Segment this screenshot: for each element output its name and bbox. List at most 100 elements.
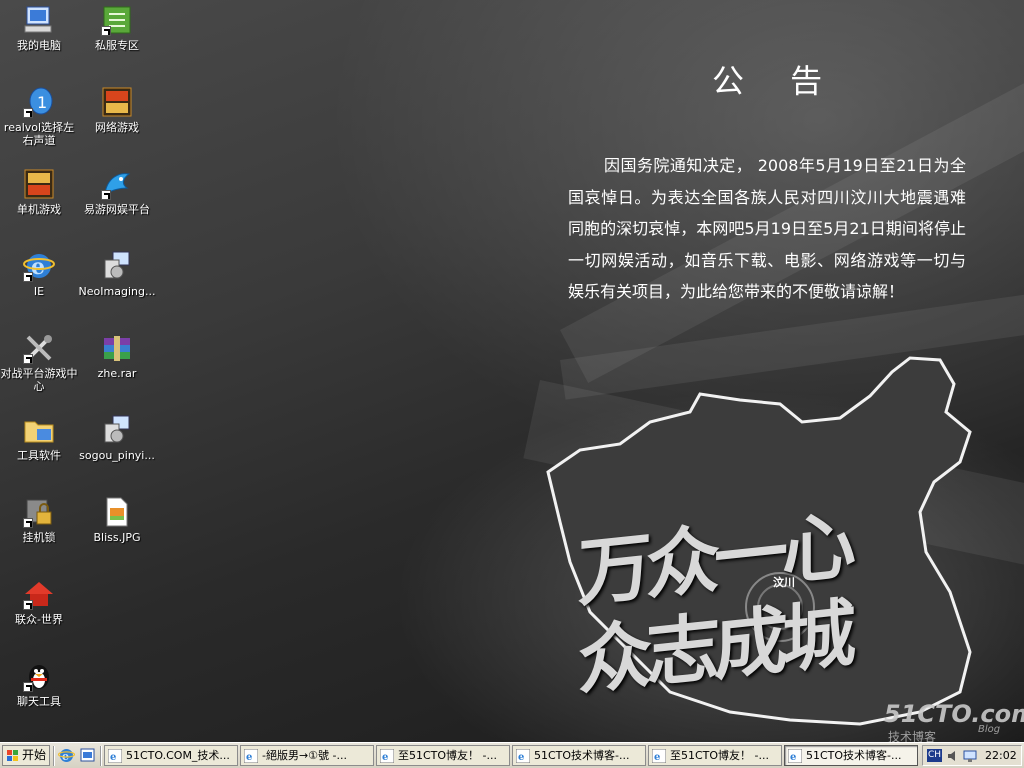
desktop-icon-realvol[interactable]: 1 realvol选择左右声道 xyxy=(0,86,78,147)
online-games-icon xyxy=(101,86,133,118)
desktop-icon-lock[interactable]: 挂机锁 xyxy=(0,496,78,544)
taskbar-window-button[interactable]: e 至51CTO博友！ -... xyxy=(376,745,510,766)
svg-text:e: e xyxy=(31,254,45,280)
place-label: 汶川 xyxy=(773,576,795,589)
icon-label: 私服专区 xyxy=(95,39,139,52)
icon-label: realvol选择左右声道 xyxy=(3,121,75,147)
taskbar-button-label: 至51CTO博友！ -... xyxy=(670,749,770,762)
icon-label: 网络游戏 xyxy=(95,121,139,134)
desktop-icon-tools-folder[interactable]: 工具软件 xyxy=(0,414,78,462)
desktop-icon-private-server[interactable]: 私服专区 xyxy=(78,4,156,52)
taskbar-window-button[interactable]: e -絕版男→①號 -... xyxy=(240,745,374,766)
private-server-icon xyxy=(101,4,133,36)
ie-window-icon: e xyxy=(380,749,394,763)
shortcut-arrow-icon xyxy=(23,518,33,528)
desktop-icon-yiyou[interactable]: 易游网娱平台 xyxy=(78,168,156,216)
taskbar-button-label: 至51CTO博友！ -... xyxy=(398,749,498,762)
folder-icon xyxy=(23,414,55,446)
icon-label: 联众-世界 xyxy=(15,613,63,626)
desktop-icon-ie[interactable]: e IE xyxy=(0,250,78,298)
icon-label: 工具软件 xyxy=(17,449,61,462)
realvol-icon: 1 xyxy=(23,86,55,118)
watermark-blog: Blog xyxy=(978,724,1001,735)
shortcut-arrow-icon xyxy=(23,354,33,364)
desktop: 我的电脑 1 realvol选择左右声道 单机游戏 e IE 对战平台游戏中心 … xyxy=(0,0,1024,742)
house-icon xyxy=(23,578,55,610)
qq-penguin-icon xyxy=(23,660,55,692)
my-computer-icon xyxy=(23,4,55,36)
start-label: 开始 xyxy=(22,748,47,762)
watermark-subtitle: 技术博客 xyxy=(888,730,937,742)
ie-window-icon: e xyxy=(108,749,122,763)
watermark-logo: 51CTO.com xyxy=(884,700,1024,728)
windows-flag-icon xyxy=(7,750,18,761)
taskbar-button-label: 51CTO技术博客-... xyxy=(806,749,902,762)
shortcut-arrow-icon xyxy=(23,682,33,692)
desktop-icon-sogou[interactable]: sogou_pinyi... xyxy=(78,414,156,462)
svg-text:e: e xyxy=(382,752,388,763)
system-tray: CH 22:02 xyxy=(922,745,1022,766)
icon-label: 我的电脑 xyxy=(17,39,61,52)
taskbar-window-button[interactable]: e 51CTO技术博客-... xyxy=(512,745,646,766)
lock-icon xyxy=(23,496,55,528)
start-button[interactable]: 开始 xyxy=(2,745,50,766)
taskbar-window-button[interactable]: e 51CTO.COM_技术... xyxy=(104,745,238,766)
taskbar-button-label: 51CTO.COM_技术... xyxy=(126,749,230,762)
icon-label: zhe.rar xyxy=(97,367,137,380)
quicklaunch-ie-icon[interactable]: e xyxy=(58,747,75,764)
icon-label: 对战平台游戏中心 xyxy=(0,367,78,393)
desktop-icon-lianzhong[interactable]: 联众-世界 xyxy=(0,578,78,626)
desktop-icon-my-computer[interactable]: 我的电脑 xyxy=(0,4,78,52)
icon-label: 挂机锁 xyxy=(22,531,56,544)
ie-window-icon: e xyxy=(244,749,258,763)
tools-icon xyxy=(23,332,55,364)
icon-label: sogou_pinyi... xyxy=(79,449,155,462)
svg-text:e: e xyxy=(518,752,524,763)
single-games-icon xyxy=(23,168,55,200)
shortcut-arrow-icon xyxy=(23,600,33,610)
shortcut-arrow-icon xyxy=(23,272,33,282)
svg-text:e: e xyxy=(790,752,796,763)
desktop-icon-bliss-jpg[interactable]: Bliss.JPG xyxy=(78,496,156,544)
shortcut-arrow-icon xyxy=(101,190,111,200)
rar-archive-icon xyxy=(101,332,133,364)
installer-icon xyxy=(101,250,133,282)
installer-icon xyxy=(101,414,133,446)
ime-indicator[interactable]: CH xyxy=(927,749,942,762)
svg-text:e: e xyxy=(654,752,660,763)
svg-text:1: 1 xyxy=(37,93,47,112)
taskbar-button-label: -絕版男→①號 -... xyxy=(262,749,348,762)
ie-window-icon: e xyxy=(516,749,530,763)
desktop-icon-chat-tools[interactable]: 聊天工具 xyxy=(0,660,78,708)
shortcut-arrow-icon xyxy=(23,108,33,118)
icon-label: 易游网娱平台 xyxy=(84,203,150,216)
desktop-icon-neoimaging[interactable]: NeoImaging... xyxy=(78,250,156,298)
taskbar-button-label: 51CTO技术博客-... xyxy=(534,749,630,762)
quicklaunch-show-desktop-icon[interactable] xyxy=(79,747,96,764)
taskbar-window-button[interactable]: e 至51CTO博友！ -... xyxy=(648,745,782,766)
svg-text:e: e xyxy=(110,752,116,763)
icon-label: IE xyxy=(33,285,45,298)
ie-window-icon: e xyxy=(788,749,802,763)
desktop-icon-battle-platform[interactable]: 对战平台游戏中心 xyxy=(0,332,78,393)
jpg-file-icon xyxy=(101,496,133,528)
icon-label: 单机游戏 xyxy=(17,203,61,216)
taskbar-separator xyxy=(100,746,102,766)
notice-title: 公 告 xyxy=(712,62,841,100)
taskbar: 开始 e e 51CTO.COM_技术... e -絕版男→①號 -... e … xyxy=(0,742,1024,768)
ie-icon: e xyxy=(23,250,55,282)
clock[interactable]: 22:02 xyxy=(985,746,1017,765)
desktop-icon-single-games[interactable]: 单机游戏 xyxy=(0,168,78,216)
icon-label: Bliss.JPG xyxy=(93,531,141,544)
taskbar-separator xyxy=(53,746,55,766)
icon-label: 聊天工具 xyxy=(17,695,61,708)
desktop-icon-online-games[interactable]: 网络游戏 xyxy=(78,86,156,134)
shortcut-arrow-icon xyxy=(101,26,111,36)
tray-network-icon[interactable] xyxy=(963,749,977,763)
tray-volume-icon[interactable] xyxy=(946,749,960,763)
icon-label: NeoImaging... xyxy=(78,285,156,298)
desktop-icon-zhe-rar[interactable]: zhe.rar xyxy=(78,332,156,380)
taskbar-window-button-active[interactable]: e 51CTO技术博客-... xyxy=(784,745,918,766)
yiyou-platform-icon xyxy=(101,168,133,200)
svg-text:e: e xyxy=(246,752,252,763)
